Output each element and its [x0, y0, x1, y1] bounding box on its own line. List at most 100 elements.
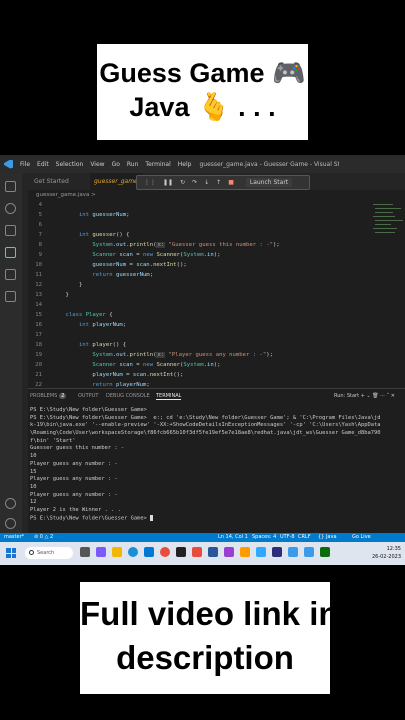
menu-edit[interactable]: Edit: [37, 161, 49, 168]
terminal-prompt: PS E:\Study\New folder\Guesser Game>: [30, 515, 151, 522]
activity-bar: [0, 173, 22, 533]
problems-indicator[interactable]: ⊘ 0 △ 2: [34, 533, 53, 542]
tab-label: guesser_game.j: [94, 178, 142, 185]
clock-time: 12:35: [386, 546, 401, 552]
edge-icon[interactable]: [128, 547, 138, 557]
search-icon[interactable]: [5, 203, 16, 214]
code-line: 7 int guesser() {: [38, 232, 130, 238]
app-icon[interactable]: [208, 547, 218, 557]
menu-file[interactable]: File: [20, 161, 30, 168]
testing-icon[interactable]: [5, 291, 16, 302]
explorer-icon[interactable]: [5, 181, 16, 192]
illustrator-icon[interactable]: [240, 547, 250, 557]
go-live-button[interactable]: Go Live: [352, 533, 371, 542]
vscode-logo-icon: [4, 159, 13, 169]
panel-tabs: PROBLEMS 2 OUTPUT DEBUG CONSOLE TERMINAL …: [28, 389, 405, 403]
indentation[interactable]: Spaces: 4: [252, 533, 276, 542]
clock-date: 26-02-2023: [371, 554, 401, 560]
vscode-taskbar-icon[interactable]: [288, 547, 298, 557]
terminal-line: f\bin' 'Start': [30, 437, 76, 444]
chrome-icon[interactable]: [160, 547, 170, 557]
step-out-icon[interactable]: ↑: [216, 179, 221, 186]
step-over-icon[interactable]: ↷: [192, 179, 197, 186]
run-debug-icon[interactable]: [5, 247, 16, 258]
branch-indicator[interactable]: master*: [4, 533, 24, 542]
caption-bottom: Full video link in description: [80, 582, 339, 694]
app-icon[interactable]: [176, 547, 186, 557]
premiere-icon[interactable]: [224, 547, 234, 557]
terminal-line: Player guess any number : -: [30, 491, 118, 498]
system-tray-clock[interactable]: 12:35 26-02-2023: [361, 545, 401, 561]
run-start-label: Run: Start: [333, 393, 360, 399]
menu-view[interactable]: View: [90, 161, 104, 168]
code-line: 14: [35, 302, 42, 308]
terminal-line: 10: [30, 453, 37, 460]
code-line: 4: [38, 202, 42, 208]
code-line: 9 Scanner scan = new Scanner(System.in);: [38, 252, 221, 258]
encoding[interactable]: UTF-8: [280, 533, 295, 542]
restart-icon[interactable]: ↻: [180, 179, 185, 186]
windows-taskbar: Search 12:35 26-02-2023: [0, 542, 405, 565]
menu-help[interactable]: Help: [178, 161, 192, 168]
caption-bottom-line1: Full video link in: [80, 595, 339, 632]
ptab-label: PROBLEMS: [30, 393, 58, 399]
terminal-line: 12: [30, 499, 37, 506]
cursor-position[interactable]: Ln 14, Col 1: [218, 533, 248, 542]
code-line: 6: [38, 222, 42, 228]
app-icon[interactable]: [320, 547, 330, 557]
caption-top: Guess Game 🎮 Java 🫰 . . .: [97, 44, 308, 140]
minimap[interactable]: [371, 200, 405, 260]
task-view-icon[interactable]: [80, 547, 90, 557]
terminal-instance-dropdown[interactable]: Run: Start + ⌄ 🗑 ⋯ ˄ ✕: [334, 393, 395, 399]
launch-config-dropdown[interactable]: Launch Start: [245, 178, 293, 187]
terminal-line: PS E:\Study\New folder\Guesser Game> e:;…: [30, 414, 381, 421]
store-icon[interactable]: [144, 547, 154, 557]
ptab-output[interactable]: OUTPUT: [78, 393, 98, 399]
menu-terminal[interactable]: Terminal: [145, 161, 170, 168]
line-ending[interactable]: CRLF: [298, 533, 311, 542]
menu-run[interactable]: Run: [127, 161, 139, 168]
windows-start-icon[interactable]: [6, 548, 16, 558]
drag-handle-icon[interactable]: ⋮⋮: [144, 179, 156, 186]
terminal-cursor: [150, 514, 154, 521]
app-icon[interactable]: [272, 547, 282, 557]
terminal-prompt-line: PS E:\Study\New folder\Guesser Game>: [30, 514, 402, 523]
status-bar: master* ⊘ 0 △ 2 Ln 14, Col 1 Spaces: 4 U…: [0, 533, 405, 542]
menu-go[interactable]: Go: [112, 161, 120, 168]
bottom-panel: PROBLEMS 2 OUTPUT DEBUG CONSOLE TERMINAL …: [28, 388, 405, 534]
language-mode[interactable]: {} Java: [318, 533, 337, 542]
ptab-debug-console[interactable]: DEBUG CONSOLE: [106, 393, 150, 399]
breadcrumb[interactable]: guesser_game.java >: [28, 190, 405, 200]
code-line: 12 }: [35, 282, 83, 288]
ptab-problems[interactable]: PROBLEMS 2: [30, 393, 67, 399]
photoshop-icon[interactable]: [256, 547, 266, 557]
source-control-icon[interactable]: [5, 225, 16, 236]
stop-icon[interactable]: ■: [228, 179, 234, 186]
code-line: 10 guesserNum = scan.nextInt();: [35, 262, 187, 268]
code-line: 19 System.out.println(x: "Player guess a…: [35, 352, 273, 358]
taskbar-search[interactable]: Search: [25, 547, 73, 559]
terminal-line: Guesser guess this number : -: [30, 445, 125, 452]
tab-get-started[interactable]: Get Started: [30, 173, 93, 190]
code-line: 21 playerNum = scan.nextInt();: [35, 372, 184, 378]
pause-icon[interactable]: ❚❚: [163, 179, 173, 186]
account-icon[interactable]: [5, 498, 16, 509]
code-line: 13 }: [35, 292, 69, 298]
step-into-icon[interactable]: ↓: [204, 179, 209, 186]
ptab-terminal[interactable]: TERMINAL: [156, 393, 182, 400]
tab-label: Get Started: [34, 178, 69, 185]
vscode-taskbar-icon[interactable]: [304, 547, 314, 557]
caption-top-line1: Guess Game 🎮: [99, 58, 306, 88]
gear-icon[interactable]: [5, 518, 16, 529]
debug-toolbar: ⋮⋮ ❚❚ ↻ ↷ ↓ ↑ ■ Launch Start: [136, 175, 310, 190]
file-explorer-icon[interactable]: [112, 547, 122, 557]
menu-selection[interactable]: Selection: [56, 161, 84, 168]
terminal-output[interactable]: PS E:\Study\New folder\Guesser Game> PS …: [30, 407, 402, 522]
problems-count-badge: 2: [59, 393, 67, 399]
terminal-line: Player guess any number : -: [30, 476, 118, 483]
app-icon[interactable]: [192, 547, 202, 557]
code-editor[interactable]: 4 5 int guesserNum; 6 7 int guesser() { …: [28, 200, 378, 408]
teams-icon[interactable]: [96, 547, 106, 557]
code-line: 18 int player() {: [35, 342, 127, 348]
extensions-icon[interactable]: [5, 269, 16, 280]
